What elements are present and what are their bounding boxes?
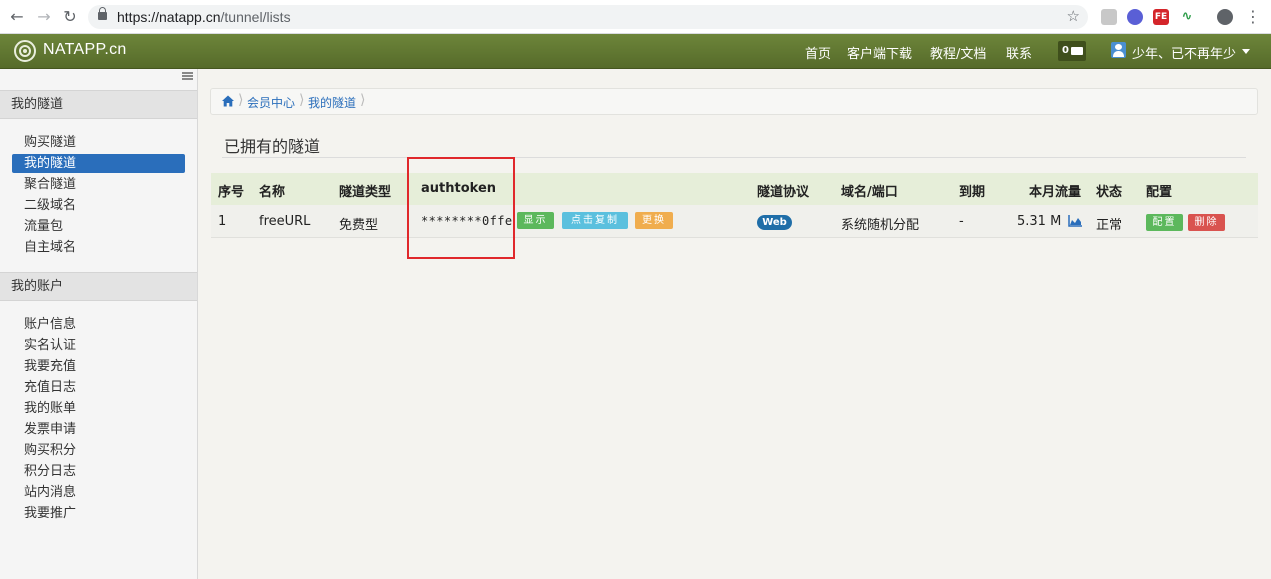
- sidebar-item-subdomain[interactable]: 二级域名: [12, 196, 185, 215]
- sidebar: 我的隧道 购买隧道 我的隧道 聚合隧道 二级域名 流量包 自主域名 我的账户 账…: [0, 69, 198, 579]
- lock-icon: [98, 7, 107, 20]
- home-icon[interactable]: [222, 95, 234, 107]
- user-icon: [1111, 42, 1126, 58]
- menu-kebab-icon[interactable]: ⋮: [1244, 8, 1262, 26]
- sidebar-item-bills[interactable]: 我的账单: [12, 399, 185, 418]
- sidebar-section-account[interactable]: 我的账户: [0, 272, 197, 301]
- url-text[interactable]: https://natapp.cn/tunnel/lists: [117, 9, 291, 25]
- back-icon[interactable]: ←: [8, 8, 26, 26]
- cell-index: 1: [218, 214, 227, 229]
- profile-icon[interactable]: [1217, 9, 1233, 25]
- cell-domain: 系统随机分配: [841, 218, 920, 233]
- cell-status: 正常: [1096, 218, 1123, 233]
- config-button[interactable]: 配置: [1146, 214, 1183, 231]
- title-divider: [222, 157, 1246, 158]
- extension-fe-icon[interactable]: FE: [1153, 9, 1169, 25]
- nav-home[interactable]: 首页: [805, 43, 831, 62]
- breadcrumb-separator: ⟩: [299, 92, 305, 108]
- column-header-index: 序号: [218, 185, 245, 200]
- change-token-button[interactable]: 更换: [635, 212, 673, 229]
- cell-type: 免费型: [339, 218, 379, 233]
- user-menu[interactable]: 少年、已不再年少: [1132, 43, 1236, 62]
- sidebar-section-tunnels[interactable]: 我的隧道: [0, 90, 197, 119]
- traffic-chart-icon[interactable]: [1068, 215, 1082, 227]
- column-header-name: 名称: [259, 185, 286, 200]
- browser-toolbar: ← → ↻ https://natapp.cn/tunnel/lists ☆ F…: [0, 0, 1271, 34]
- extension-wave-icon[interactable]: ∿: [1179, 9, 1195, 25]
- natapp-logo-icon[interactable]: [14, 40, 36, 62]
- cell-traffic: 5.31 M: [1017, 214, 1062, 229]
- extension-grid-icon[interactable]: [1101, 9, 1117, 25]
- bookmark-star-icon[interactable]: ☆: [1067, 7, 1080, 25]
- copy-token-button[interactable]: 点击复制: [562, 212, 628, 229]
- show-token-button[interactable]: 显示: [517, 212, 554, 229]
- address-bar[interactable]: https://natapp.cn/tunnel/lists ☆: [88, 5, 1088, 29]
- delete-button[interactable]: 删除: [1188, 214, 1225, 231]
- column-header-domain: 域名/端口: [841, 185, 898, 200]
- messages-button[interactable]: 0: [1058, 41, 1086, 61]
- cell-name: freeURL: [259, 214, 311, 229]
- nav-docs[interactable]: 教程/文档: [930, 43, 986, 62]
- column-header-config: 配置: [1146, 185, 1173, 200]
- sidebar-item-promote[interactable]: 我要推广: [12, 504, 185, 523]
- column-header-traffic: 本月流量: [1029, 185, 1082, 200]
- breadcrumb-separator: ⟩: [238, 92, 244, 108]
- sidebar-item-aggregate-tunnel[interactable]: 聚合隧道: [12, 175, 185, 194]
- nav-download[interactable]: 客户端下载: [847, 43, 912, 62]
- column-header-status: 状态: [1096, 185, 1123, 200]
- app-header: NATAPP.cn 首页 客户端下载 教程/文档 联系 0 少年、已不再年少: [0, 34, 1271, 69]
- column-header-expiry: 到期: [959, 185, 986, 200]
- sidebar-item-traffic-pack[interactable]: 流量包: [12, 217, 185, 236]
- sidebar-item-invoice[interactable]: 发票申请: [12, 420, 185, 439]
- breadcrumb-my-tunnels[interactable]: 我的隧道: [308, 94, 356, 111]
- table-row: 1 freeURL 免费型 ********0ffe 显示 点击复制 更换 We…: [211, 205, 1258, 238]
- extension-hex-icon[interactable]: [1127, 9, 1143, 25]
- message-count: 0: [1062, 45, 1069, 56]
- cell-expiry: -: [959, 214, 964, 229]
- sidebar-item-buy-points[interactable]: 购买积分: [12, 441, 185, 460]
- sidebar-item-recharge-log[interactable]: 充值日志: [12, 378, 185, 397]
- sidebar-item-custom-domain[interactable]: 自主域名: [12, 238, 185, 257]
- breadcrumb-member-center[interactable]: 会员中心: [247, 94, 295, 111]
- breadcrumb-separator: ⟩: [360, 92, 366, 108]
- highlight-box: [407, 157, 515, 259]
- sidebar-item-verification[interactable]: 实名认证: [12, 336, 185, 355]
- reload-icon[interactable]: ↻: [61, 8, 79, 26]
- sidebar-item-recharge[interactable]: 我要充值: [12, 357, 185, 376]
- sidebar-item-my-tunnels[interactable]: 我的隧道: [12, 154, 185, 173]
- breadcrumb: ⟩ 会员中心 ⟩ 我的隧道 ⟩: [210, 88, 1258, 115]
- sidebar-item-points-log[interactable]: 积分日志: [12, 462, 185, 481]
- sidebar-item-messages[interactable]: 站内消息: [12, 483, 185, 502]
- forward-icon[interactable]: →: [35, 8, 53, 26]
- column-header-type: 隧道类型: [339, 185, 392, 200]
- page-title: 已拥有的隧道: [224, 137, 321, 156]
- sidebar-item-buy-tunnel[interactable]: 购买隧道: [12, 133, 185, 152]
- sidebar-item-account-info[interactable]: 账户信息: [12, 315, 185, 334]
- nav-contact[interactable]: 联系: [1006, 43, 1032, 62]
- sidebar-collapse-icon[interactable]: [182, 72, 193, 80]
- column-header-protocol: 隧道协议: [757, 185, 810, 200]
- table-header: 序号 名称 隧道类型 authtoken 隧道协议 域名/端口 到期 本月流量 …: [211, 173, 1258, 205]
- chevron-down-icon[interactable]: [1242, 49, 1250, 54]
- brand-name[interactable]: NATAPP.cn: [43, 41, 127, 59]
- envelope-icon: [1071, 47, 1083, 55]
- protocol-badge: Web: [757, 215, 792, 230]
